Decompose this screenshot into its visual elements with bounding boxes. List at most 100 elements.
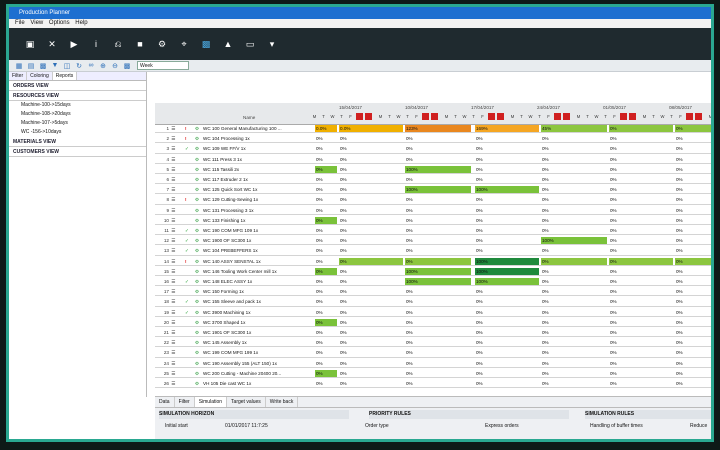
tab-filter-bottom[interactable]: Filter: [175, 397, 195, 407]
zoom-out-icon[interactable]: ⊖: [109, 62, 121, 70]
load-cell[interactable]: 0%: [541, 359, 607, 367]
load-cell[interactable]: 0%: [405, 145, 471, 153]
load-cell[interactable]: 0%: [675, 308, 711, 316]
resource-name[interactable]: WC 1900 OF SC300 1x: [203, 237, 307, 245]
load-cell-first[interactable]: 0%: [315, 165, 337, 173]
resource-name[interactable]: VH 105 Die cast WC 1x: [203, 380, 307, 388]
load-cell[interactable]: 0%: [541, 278, 607, 286]
load-cell[interactable]: 0%: [675, 196, 711, 204]
layout-icon[interactable]: ▩: [37, 62, 49, 70]
table-row[interactable]: 14 ☰! ⚙ WC 140 ASSY SENSTAL 1x 0% 0% 100% 0% 0%…: [155, 257, 711, 266]
load-cell[interactable]: 0%: [475, 380, 539, 388]
resource-name[interactable]: WC 1901 OF SC300 1x: [203, 329, 307, 337]
load-cell[interactable]: 0%: [541, 318, 607, 326]
load-cell-first[interactable]: 0%: [315, 278, 337, 286]
load-cell[interactable]: 0%: [405, 369, 471, 377]
load-cell[interactable]: 0%: [339, 257, 403, 265]
load-cell[interactable]: 0%: [339, 196, 403, 204]
menu-options[interactable]: Options: [49, 20, 70, 26]
load-cell[interactable]: 0%: [609, 288, 673, 296]
load-cell[interactable]: 0%: [339, 186, 403, 194]
load-cell[interactable]: 0%: [405, 298, 471, 306]
table-row[interactable]: 20 ☰ ⚙ WC 3700 Shaped 1x 0% 0% 0% 0% 0% 0% 0%: [155, 318, 711, 327]
load-cell[interactable]: 0%: [609, 339, 673, 347]
load-cell[interactable]: 0%: [475, 288, 539, 296]
load-cell[interactable]: 0%: [609, 380, 673, 388]
load-cell[interactable]: 0%: [339, 176, 403, 184]
table-row[interactable]: 13 ☰ ✓ ⚙ WC 104 PREBEFFERS 1x 0% 0% 0% 0% 0% 0% 0%: [155, 247, 711, 256]
load-cell[interactable]: 0%: [675, 318, 711, 326]
load-cell-first[interactable]: 0%: [315, 288, 337, 296]
section-orders-view[interactable]: ORDERS VIEW: [9, 81, 146, 91]
table-row[interactable]: 21 ☰ ⚙ WC 1901 OF SC300 1x 0% 0% 0% 0% 0% 0% 0%: [155, 329, 711, 338]
load-cell[interactable]: 0%: [475, 145, 539, 153]
load-cell-first[interactable]: 0%: [315, 298, 337, 306]
load-cell[interactable]: 0%: [675, 135, 711, 143]
section-customers-view[interactable]: CUSTOMERS VIEW: [9, 147, 146, 157]
table-row[interactable]: 18 ☰ ✓ ⚙ WC 155 Sleeve and pack 1x 0% 0% 0% 0% 0…: [155, 298, 711, 307]
load-cell-first[interactable]: 0%: [315, 176, 337, 184]
resource-name[interactable]: WC 3900 Machining 1x: [203, 309, 307, 317]
resource-name[interactable]: WC 131 Processing 3 1x: [203, 207, 307, 215]
tab-filter[interactable]: Filter: [9, 72, 28, 80]
resource-item[interactable]: Machine-100->15days: [9, 101, 146, 110]
resource-name[interactable]: WC 155 Sleeve and pack 1x: [203, 298, 307, 306]
tab-data[interactable]: Data: [155, 397, 175, 407]
load-cell[interactable]: 0%: [541, 349, 607, 357]
load-cell[interactable]: 0%: [609, 165, 673, 173]
load-cell[interactable]: 0%: [675, 288, 711, 296]
link-icon[interactable]: ∞: [85, 62, 97, 69]
load-cell-first[interactable]: 0%: [315, 135, 337, 143]
load-cell[interactable]: 0%: [609, 349, 673, 357]
load-cell[interactable]: 0%: [541, 155, 607, 163]
load-cell[interactable]: 0%: [405, 308, 471, 316]
load-cell[interactable]: 0%: [675, 216, 711, 224]
load-cell[interactable]: 0%: [405, 329, 471, 337]
load-cell[interactable]: 0%: [405, 339, 471, 347]
load-cell[interactable]: 0%: [339, 369, 403, 377]
tab-simulation[interactable]: Simulation: [194, 397, 228, 407]
table-row[interactable]: 25 ☰ ⚙ WC 200 Cutting - Machine 20400 20..…: [155, 369, 711, 378]
export-icon[interactable]: ▾: [261, 39, 283, 50]
table-row[interactable]: 3 ☰ ✓ ⚙ WC 109 WE FF/V 1x 0% 0% 0% 0% 0% 0% 0%: [155, 145, 711, 154]
buffer-times-value[interactable]: Reduce: [690, 423, 707, 429]
load-cell[interactable]: 0%: [541, 145, 607, 153]
resource-name[interactable]: WC 133 Finishing 1x: [203, 217, 307, 225]
load-cell[interactable]: 0%: [339, 380, 403, 388]
resource-item[interactable]: WC -156->10days: [9, 128, 146, 137]
load-cell[interactable]: 0%: [675, 237, 711, 245]
load-cell[interactable]: 0%: [675, 298, 711, 306]
refresh-icon[interactable]: ↻: [73, 62, 85, 70]
load-cell-first[interactable]: 0%: [315, 257, 337, 265]
load-cell[interactable]: 0%: [541, 339, 607, 347]
load-cell-first[interactable]: 0%: [315, 155, 337, 163]
load-cell[interactable]: 0%: [675, 176, 711, 184]
load-cell[interactable]: 0%: [339, 227, 403, 235]
table-row[interactable]: 6 ☰ ⚙ WC 117 Extruder 2 1x 0% 0% 0% 0% 0% 0% 0%: [155, 176, 711, 185]
load-cell[interactable]: 0%: [339, 155, 403, 163]
load-cell[interactable]: 0%: [475, 349, 539, 357]
priority-value[interactable]: Express orders: [485, 423, 519, 429]
load-cell[interactable]: 0%: [609, 329, 673, 337]
tab-coloring[interactable]: Coloring: [27, 72, 53, 80]
load-cell[interactable]: 100%: [405, 278, 471, 286]
crop-icon[interactable]: ⌖: [173, 39, 195, 50]
table-row[interactable]: 23 ☰ ⚙ WC 199 COM MFG 199 1x 0% 0% 0% 0% 0% 0% 0%: [155, 349, 711, 358]
load-cell[interactable]: 0%: [675, 227, 711, 235]
column-header-name[interactable]: Name: [243, 115, 255, 120]
load-cell[interactable]: 0%: [609, 216, 673, 224]
load-cell[interactable]: 0%: [609, 227, 673, 235]
resource-name[interactable]: WC 111 Press 3 1x: [203, 156, 307, 164]
resource-name[interactable]: WC 199 COM MFG 199 1x: [203, 349, 307, 357]
load-cell[interactable]: 0%: [405, 176, 471, 184]
table-row[interactable]: 26 ☰ ⚙ VH 105 Die cast WC 1x 0% 0% 0% 0% 0% 0% 0%: [155, 380, 711, 389]
load-cell[interactable]: 0%: [675, 186, 711, 194]
load-cell[interactable]: 0%: [339, 298, 403, 306]
load-cell[interactable]: 0%: [339, 216, 403, 224]
resource-name[interactable]: WC 109 WE FF/V 1x: [203, 145, 307, 153]
menu-view[interactable]: View: [30, 20, 43, 26]
load-cell[interactable]: 0%: [405, 196, 471, 204]
load-cell[interactable]: 0%: [475, 339, 539, 347]
load-cell[interactable]: 0%: [541, 267, 607, 275]
resource-name[interactable]: WC 148 ELEC ASSY 1x: [203, 278, 307, 286]
